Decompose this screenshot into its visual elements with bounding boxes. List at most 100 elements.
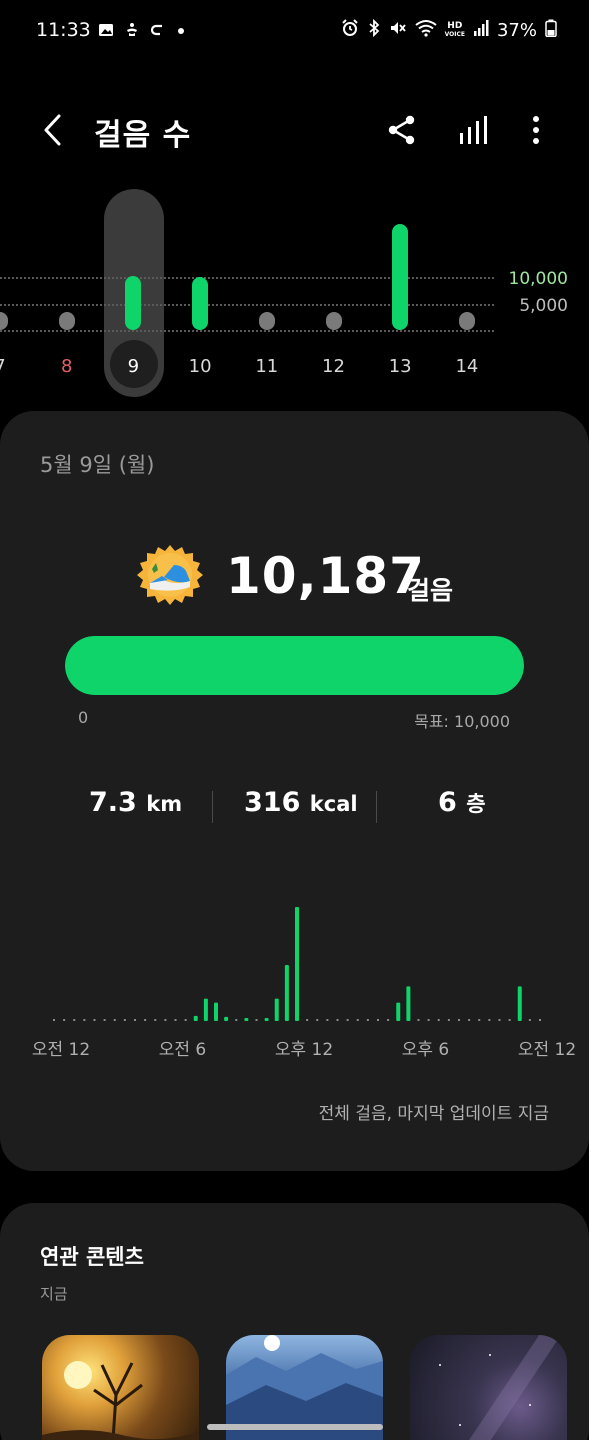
hourly-empty-dot [447,1019,450,1021]
steps-progress-fill [65,636,524,695]
link-icon [150,22,166,42]
day-label[interactable]: 12 [314,356,354,377]
trends-button[interactable] [453,110,493,150]
hourly-empty-dot [235,1019,238,1021]
floors-value: 6 [438,787,457,818]
hourly-empty-dot [174,1019,177,1021]
hd-voice-icon: HD VOICE [444,21,465,39]
hourly-empty-dot [53,1019,55,1021]
day-steps-bar[interactable] [392,224,409,330]
day-label[interactable]: 14 [447,356,487,377]
last-updated-text: 전체 걸음, 마지막 업데이트 지금 [318,1104,549,1124]
hourly-empty-dot [63,1019,66,1021]
day-label[interactable]: 8 [47,356,87,377]
daily-summary-card: 5월 9일 (월) 10,187 걸음 0 목표: 10,000 7.3 km … [0,411,589,1171]
hourly-empty-dot [427,1019,430,1021]
related-thumbnail[interactable] [410,1335,567,1440]
distance-value: 7.3 [89,787,137,818]
stat-divider [376,791,377,823]
stat-divider [212,791,213,823]
hourly-steps-bar [274,998,279,1021]
hourly-steps-bar [264,1017,269,1021]
wifi-icon [414,19,437,41]
hd-label: HD [447,21,463,31]
app-header: 걸음 수 [0,96,589,166]
progress-goal-label: 목표: 10,000 [414,712,510,731]
day-label[interactable]: 7 [0,356,20,377]
day-label[interactable]: 9 [113,356,153,377]
home-indicator[interactable] [207,1424,383,1430]
hourly-empty-dot [306,1019,309,1021]
alarm-icon [341,19,359,41]
calories-stat: 316 kcal [244,787,358,818]
hour-label: 오후 6 [401,1040,450,1060]
day-empty-dot[interactable] [258,312,275,330]
progress-min-label: 0 [78,708,89,727]
day-empty-dot[interactable] [0,312,8,330]
goal-gridline [0,277,494,279]
hourly-empty-dot [326,1019,329,1021]
more-options-button[interactable] [516,110,556,150]
hourly-empty-dot [346,1019,349,1021]
battery-percent: 37% [496,19,537,41]
hourly-empty-dot [478,1019,481,1021]
bluetooth-icon [367,18,381,41]
hourly-empty-dot [154,1019,157,1021]
related-title: 연관 콘텐츠 [40,1245,144,1269]
hourly-empty-dot [103,1019,106,1021]
hourly-steps-svg [53,907,541,1021]
hourly-empty-dot [377,1019,379,1021]
hourly-empty-dot [336,1019,339,1021]
hourly-steps-bar [203,998,208,1021]
hourly-empty-dot [468,1019,471,1021]
bar-chart-icon [460,116,487,144]
mute-icon [389,19,407,41]
hourly-empty-dot [184,1019,187,1021]
day-label[interactable]: 13 [380,356,420,377]
mid-gridline [0,304,494,306]
hourly-empty-dot [528,1019,531,1021]
dot-icon [176,22,186,42]
day-label[interactable]: 10 [180,356,220,377]
hourly-empty-dot [366,1019,369,1021]
hourly-empty-dot [164,1019,167,1021]
day-empty-dot[interactable] [58,312,75,330]
hourly-steps-bar [193,1015,198,1021]
selected-date: 5월 9일 (월) [40,453,155,477]
back-button[interactable] [34,108,70,152]
hourly-empty-dot [73,1019,76,1021]
hourly-steps-bar [224,1016,229,1021]
hourly-steps-bar [396,1002,401,1021]
status-left-icons [98,22,186,42]
steps-unit: 걸음 [407,576,454,605]
day-label[interactable]: 11 [247,356,287,377]
share-icon [388,115,415,145]
mid-label: 5,000 [519,296,568,316]
hourly-steps-bar [214,1002,218,1021]
hourly-steps-bar [284,965,289,1021]
gallery-icon [98,22,114,42]
steps-count: 10,187 [226,547,425,605]
related-subtitle: 지금 [40,1285,68,1303]
distance-stat: 7.3 km [89,787,182,818]
related-thumbnail[interactable] [42,1335,199,1440]
week-chart: 10,000 5,000 7 8 9 10 11 12 13 14 [0,180,589,410]
hourly-empty-dot [144,1019,147,1021]
goal-badge-icon [134,543,206,615]
day-steps-bar[interactable] [192,277,209,330]
hourly-empty-dot [316,1019,319,1021]
floors-unit: 층 [466,792,486,816]
share-button[interactable] [382,110,422,150]
hourly-empty-dot [93,1019,96,1021]
hourly-steps-bar [406,986,411,1021]
day-empty-dot[interactable] [325,312,342,330]
hourly-empty-dot [255,1019,258,1021]
calories-unit: kcal [309,792,358,816]
day-empty-dot[interactable] [458,312,475,330]
hourly-steps-bar [295,907,299,1021]
hourly-empty-dot [458,1019,460,1021]
hourly-empty-dot [113,1019,116,1021]
distance-unit: km [146,792,183,816]
voice-label: VOICE [444,31,465,38]
day-steps-bar[interactable] [125,276,142,330]
